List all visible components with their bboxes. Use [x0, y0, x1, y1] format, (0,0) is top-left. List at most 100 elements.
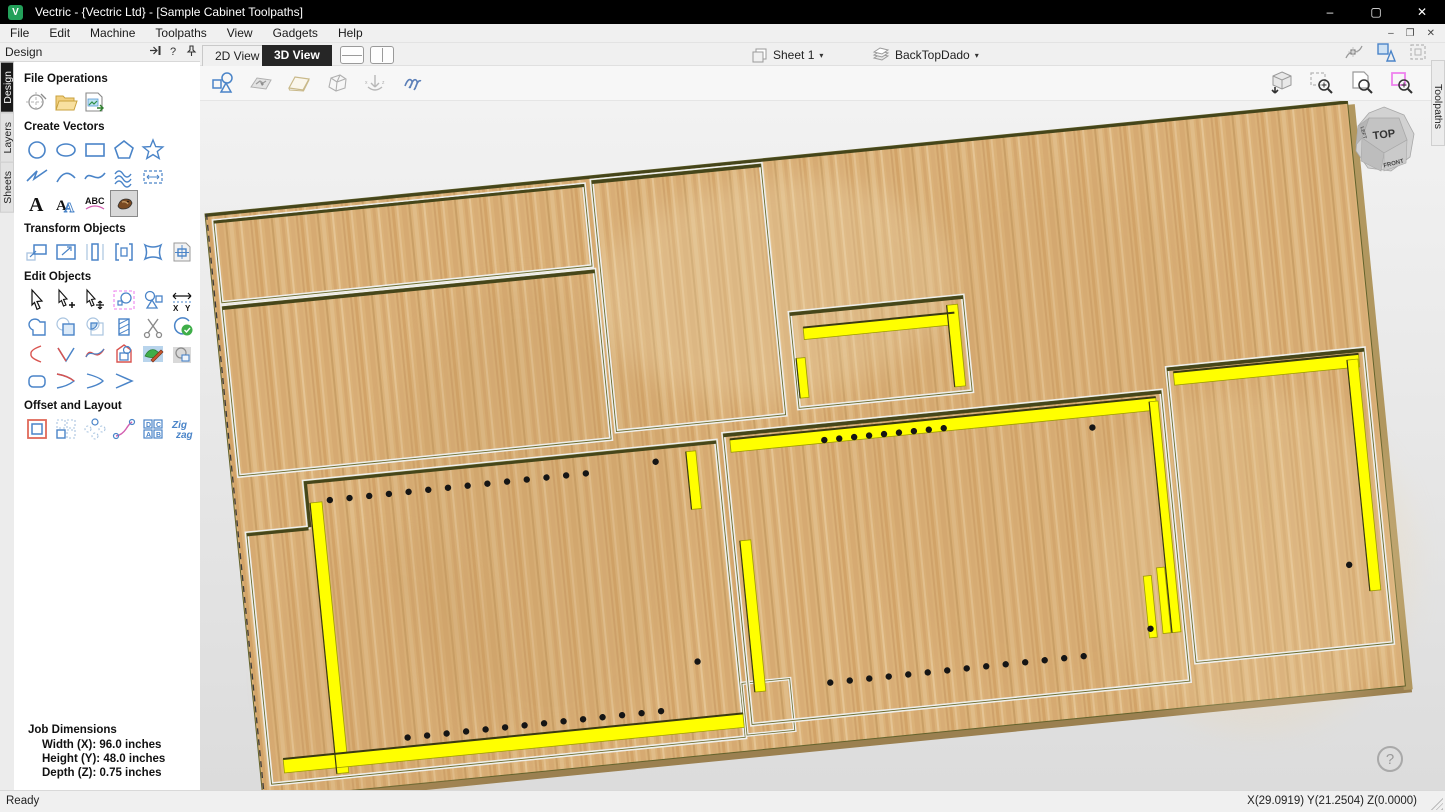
- fill-hatch-icon[interactable]: [111, 314, 137, 339]
- tab-design[interactable]: Design: [0, 62, 14, 113]
- zoom-drawing-icon[interactable]: [1347, 68, 1377, 98]
- view-cube[interactable]: TOP FRONT LEFT: [1351, 105, 1417, 179]
- menu-view[interactable]: View: [217, 24, 263, 43]
- draw-rectangle-icon[interactable]: [82, 137, 108, 162]
- open-file-icon[interactable]: [53, 89, 79, 114]
- select-add-icon[interactable]: [53, 287, 79, 312]
- menu-gadgets[interactable]: Gadgets: [263, 24, 328, 43]
- set-size-icon[interactable]: [53, 239, 79, 264]
- toolpath-caret-icon: ▾: [975, 51, 979, 60]
- close-button[interactable]: ✕: [1399, 0, 1445, 24]
- draw-dimension-icon[interactable]: [140, 164, 166, 189]
- draw-text-icon[interactable]: A: [24, 191, 50, 216]
- menu-file[interactable]: File: [0, 24, 39, 43]
- select-cursor-icon[interactable]: [24, 287, 50, 312]
- intersect-vectors-icon[interactable]: [82, 314, 108, 339]
- move-to-position-icon[interactable]: [169, 239, 195, 264]
- toolpath-preview-icon[interactable]: [398, 68, 428, 98]
- smooth-curve-icon[interactable]: [82, 341, 108, 366]
- status-bar: Ready X(29.0919) Y(21.2504) Z(0.0000): [0, 790, 1445, 812]
- draw-ellipse-icon[interactable]: [53, 137, 79, 162]
- edit-node-mode-icon[interactable]: [1343, 41, 1365, 68]
- material-block-icon[interactable]: [284, 68, 314, 98]
- nesting-icon[interactable]: DCAB: [140, 416, 166, 441]
- pin-icon[interactable]: [182, 45, 200, 60]
- menu-help[interactable]: Help: [328, 24, 373, 43]
- panel-help-icon[interactable]: ?: [164, 46, 182, 58]
- subtract-vectors-icon[interactable]: [53, 314, 79, 339]
- create-texture-icon[interactable]: [111, 164, 137, 189]
- auto-hide-icon[interactable]: [146, 45, 164, 59]
- join-vectors-icon[interactable]: [82, 368, 108, 393]
- 3d-view-canvas[interactable]: TOP FRONT LEFT ?: [200, 100, 1445, 790]
- svg-text:zag: zag: [175, 430, 193, 441]
- close-vector-icon[interactable]: [169, 314, 195, 339]
- selection-mode-icon[interactable]: [1375, 41, 1397, 68]
- panel-title: Design: [5, 45, 146, 59]
- origin-anchor-icon[interactable]: xz: [360, 68, 390, 98]
- snap-grid-icon[interactable]: [1407, 41, 1429, 68]
- draw-curve-icon[interactable]: [82, 164, 108, 189]
- chevron-tool-icon[interactable]: [111, 368, 137, 393]
- wireframe-cube-icon[interactable]: [322, 68, 352, 98]
- measure-icon[interactable]: XY: [169, 287, 195, 312]
- zigzag-layout-icon[interactable]: Zigzag: [169, 416, 195, 441]
- new-job-icon[interactable]: [24, 89, 50, 114]
- toolpath-selector[interactable]: BackTopDado ▾: [872, 45, 979, 65]
- mirror-icon[interactable]: [82, 239, 108, 264]
- tab-layers[interactable]: Layers: [0, 113, 14, 163]
- edit-nodes-icon[interactable]: [111, 287, 137, 312]
- move-selection-icon[interactable]: [24, 239, 50, 264]
- split-horizontal-icon[interactable]: [340, 46, 364, 64]
- edit-shapes-icon[interactable]: [140, 287, 166, 312]
- text-select-icon[interactable]: AA: [53, 191, 79, 216]
- menu-machine[interactable]: Machine: [80, 24, 145, 43]
- rounded-rect-icon[interactable]: [24, 368, 50, 393]
- tab-sheets[interactable]: Sheets: [0, 162, 14, 213]
- array-copy-icon[interactable]: [53, 416, 79, 441]
- svg-text:Y: Y: [185, 304, 191, 312]
- fillet-tool-icon[interactable]: [24, 341, 50, 366]
- vector-notch-icon[interactable]: [53, 341, 79, 366]
- menu-toolpaths[interactable]: Toolpaths: [145, 24, 216, 43]
- split-vertical-icon[interactable]: [370, 46, 394, 64]
- status-ready: Ready: [6, 795, 39, 807]
- mdi-close-button[interactable]: ✕: [1421, 28, 1441, 39]
- help-button[interactable]: ?: [1377, 746, 1403, 772]
- tab-toolpaths[interactable]: Toolpaths: [1431, 60, 1445, 146]
- copy-object-icon[interactable]: [169, 341, 195, 366]
- text-on-curve-icon[interactable]: ABC: [82, 191, 108, 216]
- copy-along-path-icon[interactable]: [111, 416, 137, 441]
- maximize-button[interactable]: ▢: [1353, 0, 1399, 24]
- zoom-window-icon[interactable]: [1307, 68, 1337, 98]
- extend-vector-icon[interactable]: [53, 368, 79, 393]
- resize-grip-icon[interactable]: [1431, 798, 1443, 810]
- job-height: Height (Y): 48.0 inches: [42, 752, 214, 766]
- circular-array-icon[interactable]: [82, 416, 108, 441]
- trim-scissors-icon[interactable]: [140, 314, 166, 339]
- bitmap-visibility-icon[interactable]: [246, 68, 276, 98]
- draw-arc-icon[interactable]: [53, 164, 79, 189]
- weld-vectors-icon[interactable]: [24, 314, 50, 339]
- offset-shape-icon[interactable]: [111, 341, 137, 366]
- quick-edit-icon[interactable]: [140, 341, 166, 366]
- draw-circle-icon[interactable]: [24, 137, 50, 162]
- insert-image-icon[interactable]: [111, 191, 137, 216]
- tab-3d-view[interactable]: 3D View: [262, 45, 332, 66]
- mdi-restore-button[interactable]: ❐: [1400, 28, 1421, 39]
- align-objects-icon[interactable]: [111, 239, 137, 264]
- menu-edit[interactable]: Edit: [39, 24, 80, 43]
- minimize-button[interactable]: –: [1307, 0, 1353, 24]
- isometric-view-icon[interactable]: [1267, 68, 1297, 98]
- sheet-selector[interactable]: Sheet 1 ▾: [752, 45, 823, 65]
- draw-star-icon[interactable]: [140, 137, 166, 162]
- vectors-visibility-icon[interactable]: [208, 68, 238, 98]
- offset-vectors-icon[interactable]: [24, 416, 50, 441]
- draw-polygon-icon[interactable]: [111, 137, 137, 162]
- mdi-minimize-button[interactable]: –: [1382, 28, 1400, 39]
- zoom-selection-icon[interactable]: [1387, 68, 1417, 98]
- import-vectors-icon[interactable]: [82, 89, 108, 114]
- draw-polyline-icon[interactable]: [24, 164, 50, 189]
- distort-icon[interactable]: [140, 239, 166, 264]
- select-move-icon[interactable]: [82, 287, 108, 312]
